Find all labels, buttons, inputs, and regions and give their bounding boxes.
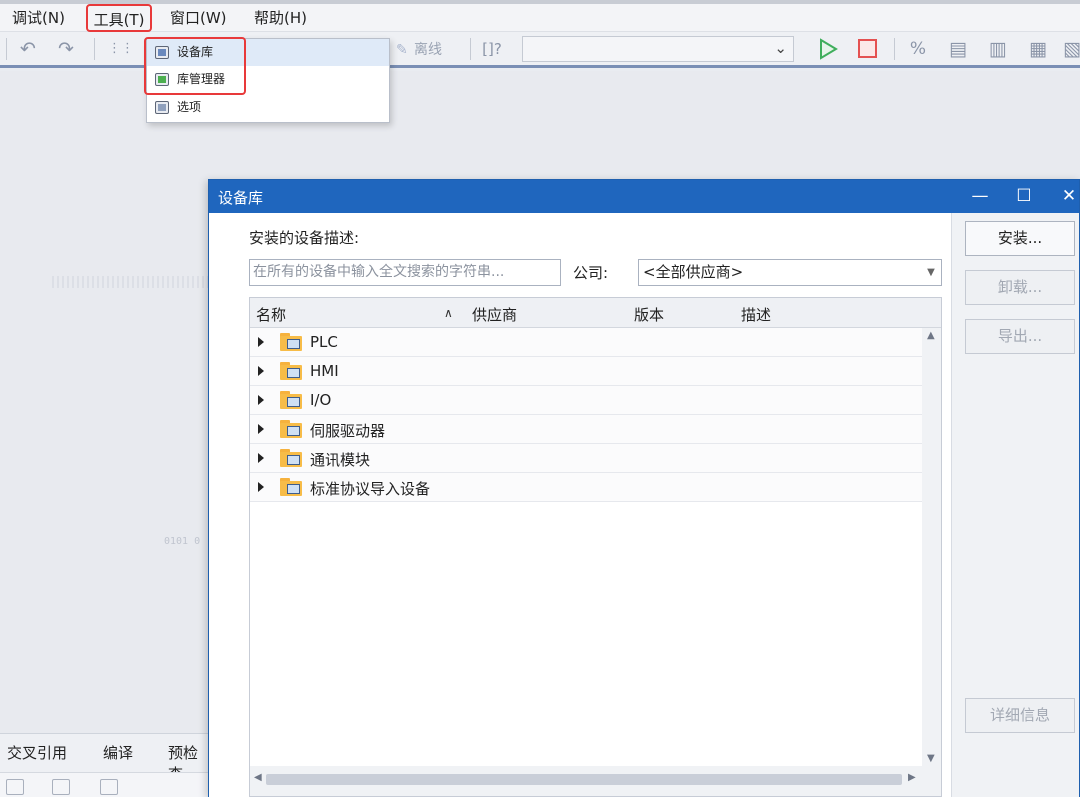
- scrollbar-thumb[interactable]: [266, 774, 902, 785]
- check-icon[interactable]: [52, 779, 70, 795]
- dropdown-arrow-icon[interactable]: ▼: [921, 260, 941, 285]
- company-select-value: <全部供应商>: [643, 263, 744, 281]
- minimize-icon[interactable]: —: [967, 183, 993, 209]
- folder-icon: [280, 449, 302, 467]
- folder-icon: [280, 478, 302, 496]
- dialog-content: 安装的设备描述: 在所有的设备中输入全文搜索的字符串... 公司: <全部供应商…: [209, 213, 951, 797]
- workspace-deco-text: 0101 0: [164, 536, 201, 547]
- scroll-left-icon[interactable]: ◀: [254, 772, 262, 783]
- menu-tools[interactable]: 工具(T): [86, 4, 152, 32]
- menu-help[interactable]: 帮助(H): [254, 7, 307, 29]
- row-name: 通讯模块: [310, 451, 371, 469]
- tab-cross-reference[interactable]: 交叉引用: [7, 742, 67, 763]
- expand-arrow-icon[interactable]: [258, 482, 264, 492]
- horizontal-scrollbar[interactable]: ◀ ▶: [250, 766, 941, 796]
- toolbar-separator: [94, 38, 95, 60]
- scroll-up-icon[interactable]: ▲: [927, 330, 935, 341]
- row-name: 伺服驱动器: [310, 422, 386, 440]
- company-select[interactable]: <全部供应商> ▼: [638, 259, 942, 286]
- company-label: 公司:: [573, 264, 609, 282]
- menu-window[interactable]: 窗口(W): [170, 7, 227, 29]
- column-description[interactable]: 描述: [741, 304, 771, 325]
- table-row[interactable]: I/O: [250, 386, 922, 415]
- export-icon[interactable]: [100, 779, 118, 795]
- details-button[interactable]: 详细信息: [965, 698, 1075, 733]
- device-library-dialog: 设备库 — ☐ ✕ 安装的设备描述: 在所有的设备中输入全文搜索的字符串... …: [208, 179, 1080, 797]
- expand-arrow-icon[interactable]: [258, 395, 264, 405]
- column-version[interactable]: 版本: [634, 304, 664, 325]
- bottom-panel-toolbar: [0, 772, 212, 797]
- expand-arrow-icon[interactable]: [258, 424, 264, 434]
- expand-arrow-icon[interactable]: [258, 453, 264, 463]
- tool-icon-3[interactable]: ▥: [986, 37, 1010, 61]
- search-input[interactable]: 在所有的设备中输入全文搜索的字符串...: [249, 259, 561, 286]
- table-row[interactable]: 通讯模块: [250, 444, 922, 473]
- table-row[interactable]: HMI: [250, 357, 922, 386]
- redo-icon[interactable]: ↷: [54, 37, 78, 61]
- table-row[interactable]: 伺服驱动器: [250, 415, 922, 444]
- toolbar-separator: [6, 38, 7, 60]
- scroll-right-icon[interactable]: ▶: [908, 772, 916, 783]
- toolbar-separator: [470, 38, 471, 60]
- row-name: HMI: [310, 362, 339, 380]
- dialog-title: 设备库: [218, 189, 264, 207]
- menu-item-label: 选项: [177, 100, 202, 114]
- table-header: 名称 ∧ 供应商 版本 描述: [250, 298, 941, 328]
- maximize-icon[interactable]: ☐: [1011, 183, 1037, 209]
- stop-icon[interactable]: [858, 39, 877, 58]
- help-icon[interactable]: []?: [480, 37, 504, 61]
- export-button[interactable]: 导出...: [965, 319, 1075, 354]
- device-table: 名称 ∧ 供应商 版本 描述 PLC HMI I/O 伺服驱动器 通讯模块 标准…: [249, 297, 942, 797]
- bottom-panel: 交叉引用 编译 预检查: [0, 733, 212, 797]
- options-icon: [155, 101, 169, 114]
- folder-icon: [280, 333, 302, 351]
- undo-icon[interactable]: ↶: [16, 37, 40, 61]
- table-row[interactable]: PLC: [250, 328, 922, 357]
- folder-icon: [280, 420, 302, 438]
- dialog-button-panel: 安装... 卸载... 导出... 详细信息: [951, 213, 1079, 797]
- table-row[interactable]: 标准协议导入设备: [250, 473, 922, 502]
- folder-icon: [280, 362, 302, 380]
- folder-icon: [280, 391, 302, 409]
- build-icon[interactable]: ⋮⋮: [108, 37, 134, 61]
- column-name[interactable]: 名称: [256, 304, 286, 325]
- row-name: I/O: [310, 391, 332, 409]
- tab-compile[interactable]: 编译: [103, 742, 133, 763]
- close-icon[interactable]: ✕: [1056, 183, 1080, 209]
- run-icon[interactable]: [816, 37, 840, 61]
- tool-icon-5[interactable]: ▧: [1060, 37, 1080, 61]
- install-button[interactable]: 安装...: [965, 221, 1075, 256]
- uninstall-button[interactable]: 卸载...: [965, 270, 1075, 305]
- toolbar-combo[interactable]: ⌄: [522, 36, 794, 62]
- toolbar-separator: [894, 38, 895, 60]
- expand-arrow-icon[interactable]: [258, 366, 264, 376]
- dialog-titlebar[interactable]: 设备库 — ☐ ✕: [209, 180, 1079, 213]
- offline-label: 离线: [414, 42, 442, 58]
- column-vendor[interactable]: 供应商: [472, 304, 517, 325]
- menu-item-options[interactable]: 选项: [147, 94, 389, 121]
- expand-arrow-icon[interactable]: [258, 337, 264, 347]
- tool-icon-2[interactable]: ▤: [946, 37, 970, 61]
- tool-icon-1[interactable]: %: [906, 37, 930, 61]
- chevron-down-icon: ⌄: [774, 39, 787, 57]
- row-name: 标准协议导入设备: [310, 480, 431, 498]
- row-name: PLC: [310, 333, 338, 351]
- scroll-down-icon[interactable]: ▼: [927, 753, 935, 764]
- vertical-scrollbar[interactable]: ▲ ▼: [922, 328, 941, 766]
- installed-descriptions-label: 安装的设备描述:: [249, 229, 360, 247]
- sort-ascending-icon[interactable]: ∧: [444, 306, 453, 320]
- offline-icon: ✎: [396, 42, 408, 58]
- offline-button[interactable]: ✎ 离线: [396, 39, 442, 61]
- highlight-box: [144, 37, 246, 95]
- menubar: 调试(N) 工具(T) 窗口(W) 帮助(H): [0, 4, 1080, 32]
- workspace-decoration: [52, 276, 212, 288]
- menu-debug[interactable]: 调试(N): [12, 7, 65, 29]
- tool-icon-4[interactable]: ▦: [1026, 37, 1050, 61]
- delete-icon[interactable]: [6, 779, 24, 795]
